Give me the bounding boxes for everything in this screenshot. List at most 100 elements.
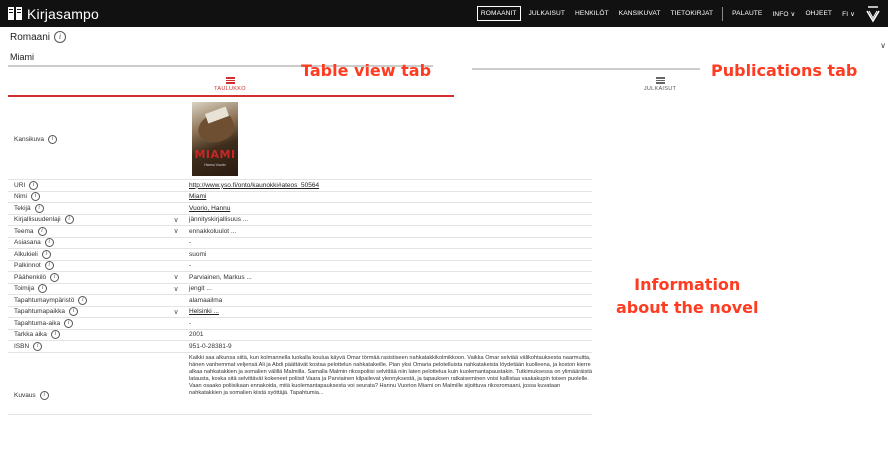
top-navigation-bar: Kirjasampo ROMAANIT JULKAISUT HENKILÖT K… [0,0,888,27]
main-nav: ROMAANIT JULKAISUT HENKILÖT KANSIKUVAT T… [474,0,880,27]
table-row: Tapahtumapaikka i ∨ Helsinki ... [8,307,592,318]
info-icon[interactable]: i [33,341,43,351]
row-value: Helsinki ... [188,308,592,315]
tab-publications-label: JULKAISUT [643,86,677,92]
row-value-link[interactable]: Miami [189,193,206,200]
row-label-text: Asiasana [14,239,41,247]
nav-item-palaute[interactable]: PALAUTE [730,7,764,20]
row-label-text: Päähenkilö [14,273,47,281]
active-tab-indicator [8,95,454,97]
table-row: Tekijä i Vuorio, Hannu [8,203,592,215]
nav-item-henkilot[interactable]: HENKILÖT [573,7,611,20]
row-label-text: Palkinnot [14,262,41,270]
chevron-down-icon[interactable]: ∨ [880,41,886,50]
info-icon[interactable]: i [64,318,74,328]
row-value-text: 951-0-28381-9 [189,342,232,350]
tab-divider [472,68,700,70]
table-icon [225,77,235,84]
info-icon[interactable]: i [50,272,60,282]
table-row: Päähenkilö i ∨ Parviainen, Markus ... [8,272,592,284]
info-icon[interactable]: i [31,192,40,202]
nav-item-tietokirjat[interactable]: TIETOKIRJAT [669,7,716,20]
annotation-novel-info: Information about the novel [616,274,758,320]
row-value: 951-0-28381-9 [188,343,592,350]
row-value: Vuorio, Hannu [188,205,592,212]
chevron-down-icon[interactable]: ∨ [164,216,188,224]
row-label-text: Teema [14,227,34,235]
row-value-text: ennakkoluulot ... [189,227,237,235]
row-value-text: Parviainen, Markus ... [189,273,252,281]
row-value: jännityskirjallisuus ... [188,216,592,223]
row-value: jengit ... [188,285,592,292]
info-icon[interactable]: i [48,134,57,144]
row-label-text: Tapahtumaympäristö [14,296,75,304]
row-value-text: suomi [189,250,207,258]
row-value: - [188,262,592,269]
row-label: Kuvaus i [8,353,164,400]
row-value: suomi [188,251,592,258]
info-icon[interactable]: i [64,215,74,225]
row-value-link[interactable]: http://www.yso.fi/onto/kaunokki#ateos_50… [189,182,319,189]
page-title-text: Romaani [10,31,51,43]
row-label-text: Kirjallisuudenlaji [14,216,61,224]
row-label: Palkinnot i [8,261,164,271]
chevron-down-icon[interactable]: ∨ [164,227,188,235]
novel-name: Miami [10,52,34,62]
table-row: URI i http://www.yso.fi/onto/kaunokki#ateo… [8,180,592,192]
info-icon[interactable]: i [44,238,54,248]
row-label-text: Alkukieli [14,250,38,258]
row-value-text: 2001 [189,331,204,339]
row-label: ISBN i [8,341,164,351]
table-row: Teema i ∨ ennakkoluulot ... [8,226,592,238]
language-selector[interactable]: FI ∨ [840,7,857,21]
nav-item-julkaisut[interactable]: JULKAISUT [527,7,567,20]
info-icon[interactable]: i [41,249,51,259]
table-row: Tapahtumaympäristö i alamaailma [8,295,592,307]
row-label: Tapahtumapaikka i [8,307,164,317]
annotation-table-tab: Table view tab [301,61,432,80]
chevron-down-icon[interactable]: ∨ [164,308,188,316]
tab-publications[interactable]: JULKAISUT [630,77,690,92]
cover-image[interactable]: MIAMI Hannu Vuorio [192,102,238,176]
info-icon[interactable]: i [78,295,88,305]
row-label-text: Nimi [14,193,27,201]
row-value-text: - [189,262,192,270]
nav-item-romaanit[interactable]: ROMAANIT [476,6,521,21]
info-icon[interactable]: i [37,226,47,236]
row-label-text: Toimija [14,285,35,293]
table-row: ISBN i 951-0-28381-9 [8,341,592,353]
brand[interactable]: Kirjasampo [8,6,99,22]
row-label: Tekijä i [8,203,164,213]
info-icon[interactable]: i [29,180,39,190]
info-icon[interactable]: i [68,307,78,317]
row-value: - [188,320,592,327]
info-icon[interactable]: i [39,390,49,400]
tab-table-view[interactable]: TAULUKKO [200,77,260,92]
cover-author: Hannu Vuorio [204,163,226,167]
info-icon[interactable]: i [34,203,44,213]
row-label: Päähenkilö i [8,272,164,282]
nav-item-kansikuvat[interactable]: KANSIKUVAT [617,7,663,20]
row-label-text: Kuvaus [14,391,36,399]
row-label: Asiasana i [8,238,164,248]
nav-item-info[interactable]: INFO ∨ [770,7,797,21]
chevron-down-icon[interactable]: ∨ [164,273,188,281]
table-row: Kirjallisuudenlaji i ∨ jännityskirjallisuus… [8,215,592,226]
row-label: Toimija i [8,284,164,294]
row-label: Nimi i [8,192,164,202]
info-icon[interactable]: i [50,330,60,340]
chevron-down-icon[interactable]: ∨ [164,285,188,293]
book-logo-icon [8,7,22,20]
table-row: Asiasana i - [8,238,592,249]
info-icon[interactable]: i [54,31,67,43]
info-icon[interactable]: i [38,284,48,294]
row-value: Miami [188,193,592,200]
table-row: Palkinnot i - [8,261,592,272]
row-value-link[interactable]: Vuorio, Hannu [189,205,230,212]
row-label: Tarkka aika i [8,330,164,340]
row-label: Kirjallisuudenlaji i [8,215,164,225]
partner-logo-icon[interactable] [866,5,880,23]
row-value-link[interactable]: Helsinki ... [189,308,219,315]
nav-item-ohjeet[interactable]: OHJEET [803,7,834,20]
info-icon[interactable]: i [44,261,54,271]
